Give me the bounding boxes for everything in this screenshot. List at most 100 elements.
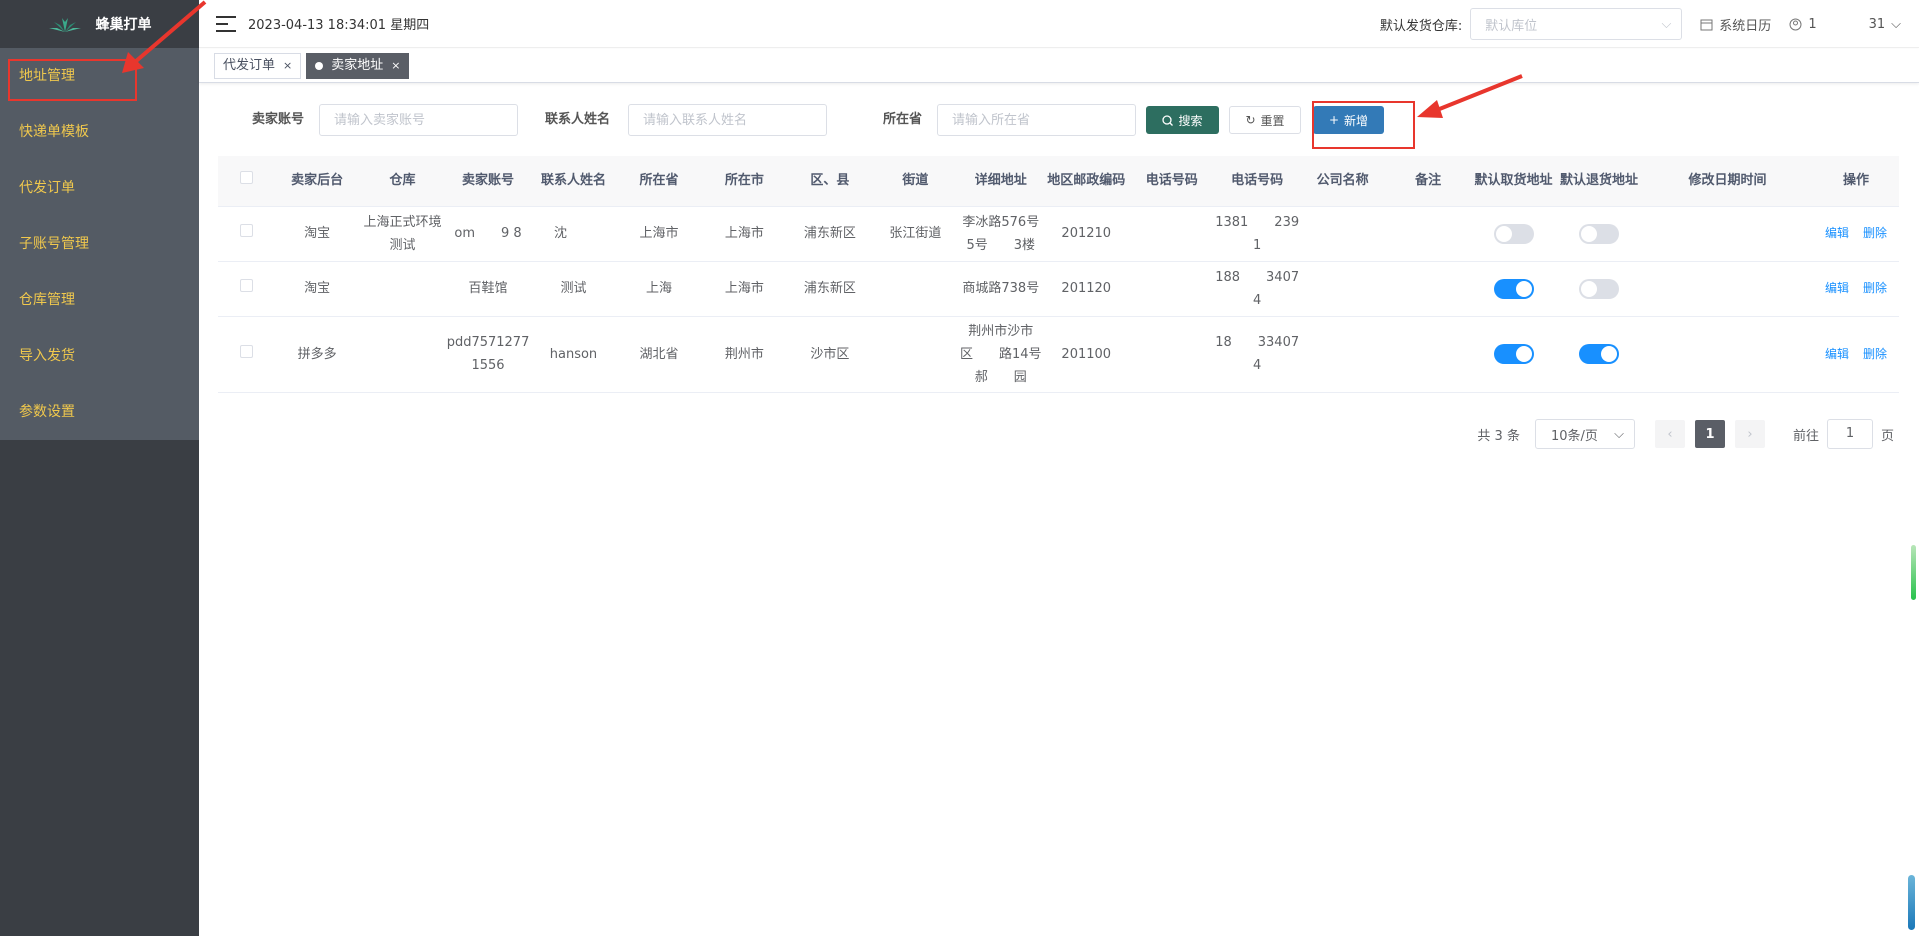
menu-toggle-icon[interactable]	[216, 15, 236, 32]
column-header: 卖家账号	[445, 156, 531, 207]
cell-actions: 编辑 删除	[1812, 206, 1899, 262]
delete-link[interactable]: 删除	[1863, 281, 1887, 295]
chevron-right-icon: ›	[1747, 426, 1753, 442]
page-suffix-label: 页	[1880, 428, 1894, 444]
seller-account-input[interactable]	[319, 104, 518, 136]
warehouse-label: 默认发货仓库:	[1379, 18, 1463, 34]
column-header: 卖家后台	[274, 156, 360, 207]
sidebar-header: 蜂巢打单	[0, 0, 199, 48]
column-header: 所在省	[616, 156, 702, 207]
cell-phone1	[1129, 261, 1215, 317]
chevron-down-icon: ⌵	[1661, 16, 1672, 32]
address-table: 卖家后台 仓库 卖家账号 联系人姓名 所在省 所在市 区、县 街道 详细地址 地…	[218, 156, 1899, 393]
scroll-indicator	[1911, 545, 1916, 600]
cell-default-return	[1556, 206, 1642, 262]
row-checkbox[interactable]	[239, 279, 253, 292]
cell-district: 浦东新区	[787, 206, 873, 262]
cell-platform: 拼多多	[274, 316, 360, 393]
default-pickup-switch[interactable]	[1493, 278, 1534, 299]
default-pickup-switch[interactable]	[1493, 344, 1534, 364]
thermometer-icon	[1908, 875, 1915, 930]
row-select-cell	[218, 261, 275, 317]
cell-platform: 淘宝	[274, 261, 360, 317]
sidebar-item-express-template[interactable]: 快递单模板	[0, 104, 199, 160]
cell-phone2: 188 3407 4	[1214, 261, 1301, 317]
column-header: 联系人姓名	[530, 156, 617, 207]
column-header: 公司名称	[1300, 156, 1386, 207]
search-button[interactable]: 搜索	[1146, 106, 1219, 134]
annotation-box-add	[1312, 101, 1415, 149]
delete-link[interactable]: 删除	[1863, 226, 1887, 240]
sidebar-item-dropship-orders[interactable]: 代发订单	[0, 160, 199, 216]
pagination-total: 共 3 条	[1477, 428, 1520, 444]
row-select-cell	[218, 316, 275, 393]
user-menu[interactable]: 1 31 ⌵	[1789, 17, 1901, 32]
sidebar-item-sub-accounts[interactable]: 子账号管理	[0, 216, 199, 272]
cell-account: 百鞋馆	[445, 261, 531, 317]
sidebar-item-import-ship[interactable]: 导入发货	[0, 328, 199, 384]
default-return-switch[interactable]	[1579, 278, 1620, 299]
cell-account: om 9 8	[445, 206, 531, 262]
top-header: 2023-04-13 18:34:01 星期四 默认发货仓库: 默认库位 ⌵ 系…	[199, 0, 1919, 48]
select-all-checkbox[interactable]	[239, 170, 253, 184]
cell-modified	[1642, 206, 1813, 262]
province-input[interactable]	[937, 104, 1136, 136]
delete-link[interactable]: 删除	[1863, 347, 1887, 361]
cell-contact: 沈	[530, 206, 617, 262]
page-size-value: 10条/页	[1550, 428, 1598, 444]
header-right: 默认发货仓库: 默认库位 ⌵ 系统日历 1 31 ⌵	[1380, 0, 1901, 48]
cell-remark	[1385, 206, 1472, 262]
chevron-down-icon: ⌵	[1891, 16, 1901, 32]
sidebar-item-settings[interactable]: 参数设置	[0, 384, 199, 440]
cell-street	[872, 261, 959, 317]
calendar-link[interactable]: 系统日历	[1700, 15, 1771, 34]
tab-seller-address[interactable]: 卖家地址 ×	[306, 52, 410, 79]
cell-warehouse: 上海正式环境测试	[359, 206, 446, 262]
cell-contact: 测试	[530, 261, 617, 317]
cell-modified	[1642, 316, 1813, 393]
reset-button[interactable]: ↻ 重置	[1229, 106, 1301, 134]
close-icon[interactable]: ×	[283, 54, 292, 78]
tab-dropship-orders[interactable]: 代发订单 ×	[214, 52, 302, 79]
default-return-switch[interactable]	[1579, 344, 1620, 364]
sidebar-menu: 地址管理 快递单模板 代发订单 子账号管理 仓库管理 导入发货 参数设置	[0, 48, 199, 440]
contact-name-label: 联系人姓名	[545, 112, 611, 127]
cell-street: 张江街道	[872, 206, 959, 262]
cell-phone2: 1381 239 1	[1214, 206, 1301, 262]
column-header: 操作	[1812, 156, 1899, 207]
current-datetime: 2023-04-13 18:34:01 星期四	[248, 18, 430, 33]
search-icon	[1162, 114, 1174, 126]
next-page-button[interactable]: ›	[1734, 420, 1765, 448]
row-checkbox[interactable]	[239, 344, 253, 358]
goto-page-input[interactable]: 1	[1826, 419, 1873, 449]
page-size-select[interactable]: 10条/页 ⌵	[1534, 419, 1635, 449]
cell-city: 荆州市	[701, 316, 788, 393]
cell-remark	[1385, 316, 1472, 393]
cell-company	[1300, 261, 1386, 317]
sidebar-item-warehouse[interactable]: 仓库管理	[0, 272, 199, 328]
cell-zip: 201100	[1043, 316, 1130, 393]
cell-modified	[1642, 261, 1813, 317]
active-dot-icon	[315, 61, 324, 70]
table-row: 拼多多 pdd75712771556 hanson 湖北省 荆州市 沙市区 荆州…	[218, 316, 1899, 393]
chevron-down-icon: ⌵	[1614, 426, 1624, 442]
prev-page-button[interactable]: ‹	[1654, 420, 1685, 448]
table-row: 淘宝 百鞋馆 测试 上海 上海市 浦东新区 商城路738号 201120 188…	[218, 261, 1899, 317]
close-icon[interactable]: ×	[391, 54, 400, 78]
edit-link[interactable]: 编辑	[1825, 226, 1849, 240]
edit-link[interactable]: 编辑	[1825, 281, 1849, 295]
warehouse-select[interactable]: 默认库位 ⌵	[1470, 8, 1683, 40]
cell-company	[1300, 316, 1386, 393]
province-label: 所在省	[883, 112, 923, 127]
page-number-button[interactable]: 1	[1694, 420, 1725, 448]
contact-name-input[interactable]	[628, 104, 827, 136]
row-checkbox[interactable]	[239, 224, 253, 237]
cell-city: 上海市	[701, 206, 788, 262]
cell-district: 浦东新区	[787, 261, 873, 317]
edit-link[interactable]: 编辑	[1825, 347, 1849, 361]
default-pickup-switch[interactable]	[1493, 223, 1534, 244]
user-icon	[1789, 18, 1802, 30]
cell-default-pickup	[1471, 261, 1557, 317]
column-header: 所在市	[701, 156, 788, 207]
default-return-switch[interactable]	[1579, 223, 1620, 244]
